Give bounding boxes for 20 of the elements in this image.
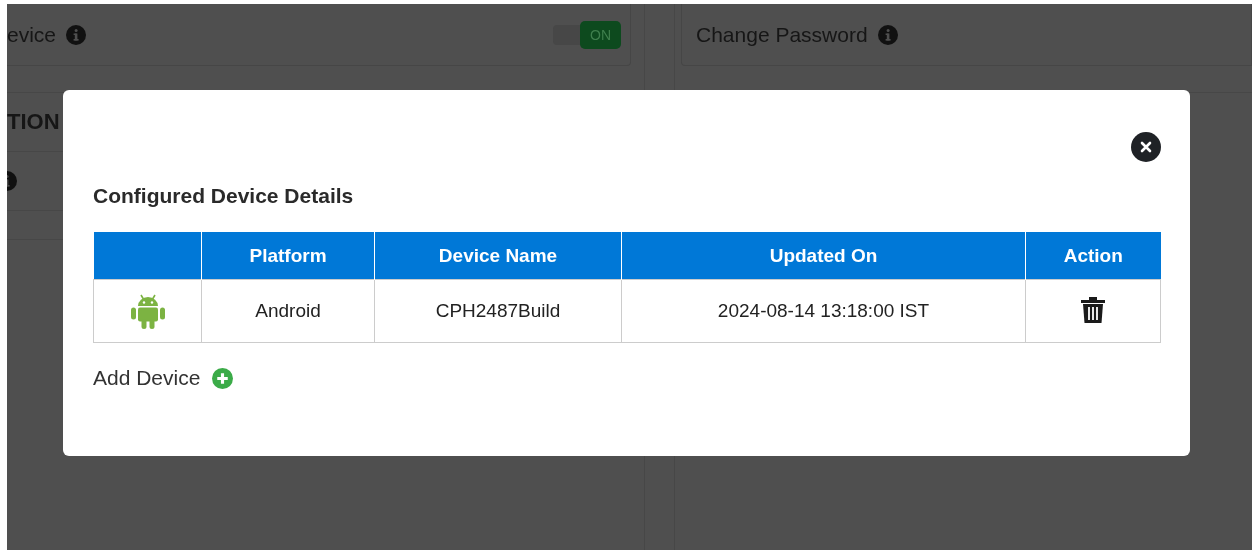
platform-cell: Android <box>201 279 375 343</box>
add-device-link[interactable]: Add Device <box>93 366 201 390</box>
section-heading: TION <box>7 109 60 135</box>
modal-title: Configured Device Details <box>93 184 354 208</box>
card-label: Change Password <box>696 22 868 47</box>
add-icon[interactable] <box>212 367 234 389</box>
column-header: Device Name <box>374 232 622 280</box>
trash-icon <box>1081 296 1105 323</box>
android-icon <box>130 292 165 330</box>
column-header: Action <box>1025 232 1161 280</box>
column-header: Platform <box>201 232 375 280</box>
delete-button[interactable] <box>1081 296 1105 326</box>
updated-on-cell: 2024-08-14 13:18:00 IST <box>621 279 1026 343</box>
info-icon <box>877 24 898 45</box>
column-header: Updated On <box>621 232 1026 280</box>
close-button[interactable] <box>1131 132 1161 162</box>
card-label: evice <box>7 22 57 47</box>
device-name-cell: CPH2487Build <box>374 279 622 343</box>
close-icon <box>1140 141 1152 153</box>
info-icon <box>66 24 87 45</box>
